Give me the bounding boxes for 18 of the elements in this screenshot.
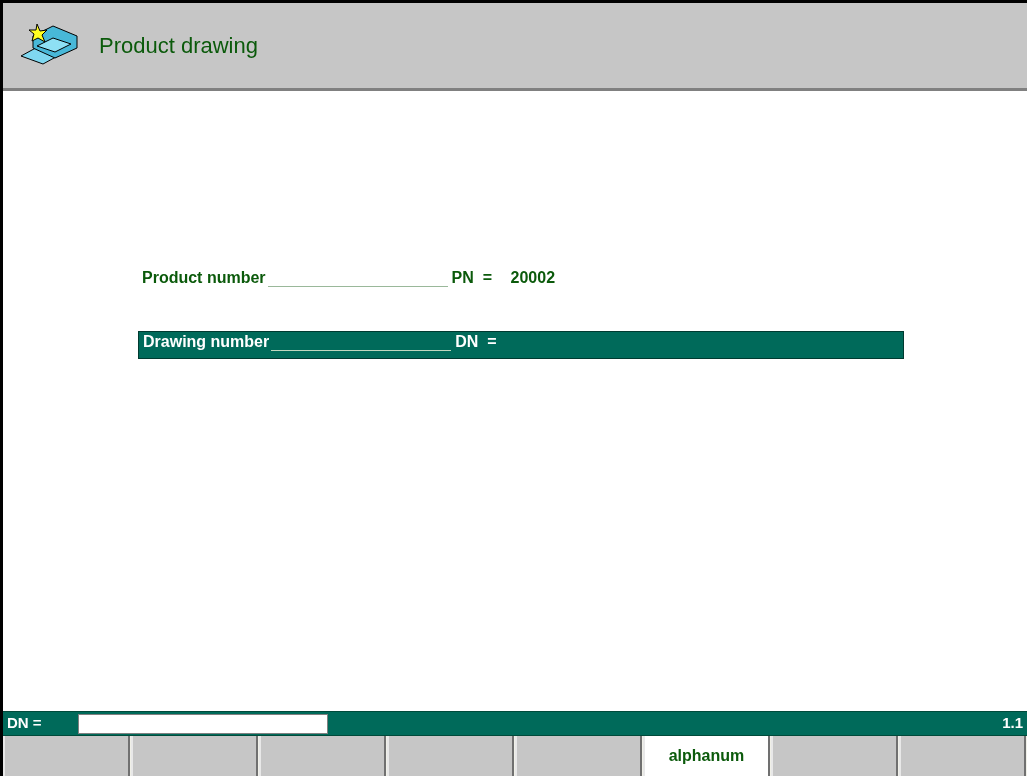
softkey[interactable] <box>3 736 130 776</box>
field-value: 20002 <box>510 268 556 288</box>
input-field[interactable] <box>78 713 328 734</box>
window-title: Product drawing <box>99 32 258 60</box>
prompt-label: DN = <box>6 713 43 734</box>
field-code: PN = <box>451 268 494 288</box>
softkey[interactable] <box>259 736 386 776</box>
softkey[interactable] <box>387 736 514 776</box>
field-label: Drawing number <box>143 332 270 352</box>
page-number: 1.1 <box>1002 713 1024 734</box>
softkey[interactable] <box>899 736 1026 776</box>
field-code: DN = <box>455 332 498 352</box>
field-row[interactable]: Drawing number DN = <box>138 331 904 359</box>
softkey[interactable] <box>771 736 898 776</box>
softkey[interactable]: alphanum <box>643 736 770 776</box>
field-row[interactable]: Product number PN = 20002 <box>138 266 904 294</box>
field-label: Product number <box>142 268 266 288</box>
softkey[interactable] <box>515 736 642 776</box>
